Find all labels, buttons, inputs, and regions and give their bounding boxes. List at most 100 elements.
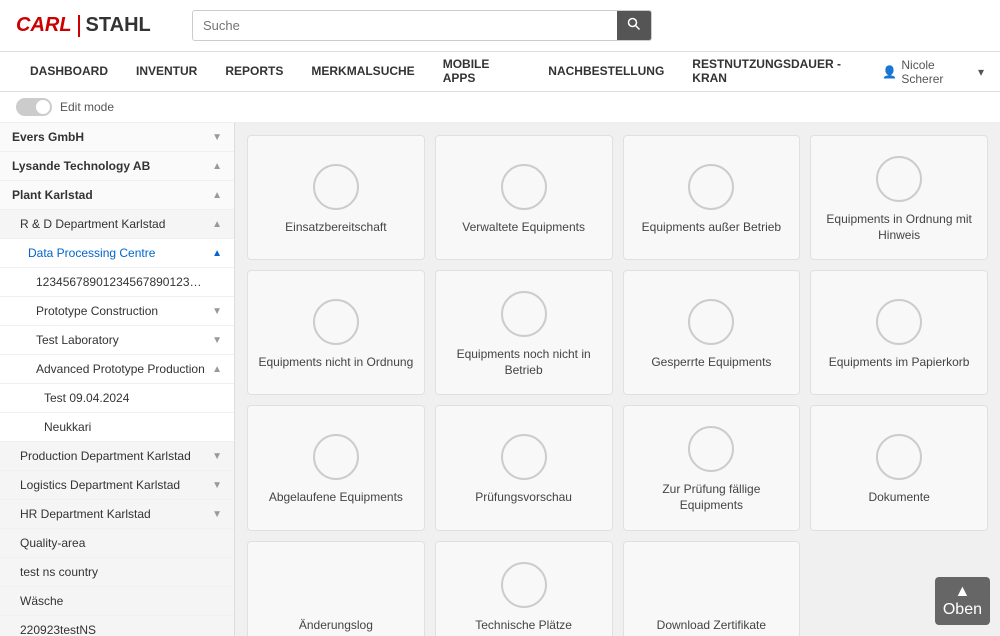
sidebar-item-test-ns-country[interactable]: test ns country [0,558,234,587]
card-aenderungslog[interactable]: Änderungslog [247,541,425,636]
card-abgelaufene-equipments[interactable]: Abgelaufene Equipments [247,405,425,530]
sidebar: Evers GmbH ▼ Lysande Technology AB ▲ Pla… [0,123,235,636]
chevron-up-icon: ▲ [212,219,222,230]
chevron-down-icon: ▼ [212,132,222,143]
card-einsatzbereitschaft[interactable]: Einsatzbereitschaft [247,135,425,260]
sidebar-label-production-dept: Production Department Karlstad [20,449,191,463]
sidebar-label-prototype-construction: Prototype Construction [36,304,158,318]
sidebar-label-advanced-prototype: Advanced Prototype Production [36,362,205,376]
nav-bar: DASHBOARD INVENTUR REPORTS MERKMALSUCHE … [0,52,1000,92]
card-technische-plaetze[interactable]: Technische Plätze [435,541,613,636]
search-icon [627,17,641,31]
chevron-up-icon: ▲ [212,364,222,375]
sidebar-item-prototype-construction[interactable]: Prototype Construction ▼ [0,297,234,326]
layout: Evers GmbH ▼ Lysande Technology AB ▲ Pla… [0,123,1000,636]
nav-user: 👤 Nicole Scherer ▾ [882,58,984,86]
card-icon-verwaltete-equipments [501,164,547,210]
card-verwaltete-equipments[interactable]: Verwaltete Equipments [435,135,613,260]
sidebar-label-evers: Evers GmbH [12,130,84,144]
sidebar-item-quality-area[interactable]: Quality-area [0,529,234,558]
card-icon-equipments-nicht-ordnung [313,299,359,345]
search-input[interactable] [193,12,617,39]
logo: CARL STAHL [16,14,176,37]
card-pruefungsvorschau[interactable]: Prüfungsvorschau [435,405,613,530]
nav-inventur[interactable]: INVENTUR [122,52,211,92]
card-equipments-noch-nicht-betrieb[interactable]: Equipments noch nicht in Betrieb [435,270,613,395]
sidebar-label-logistics-dept: Logistics Department Karlstad [20,478,180,492]
chevron-down-icon: ▼ [212,451,222,462]
sidebar-item-long-id[interactable]: 12345678901234567890123456789 [0,268,234,297]
card-label-download-zertifikate: Download Zertifikate [657,618,766,634]
card-label-aenderungslog: Änderungslog [299,618,373,634]
arrow-up-icon: ▲ [943,583,982,601]
card-equipments-papierkorb[interactable]: Equipments im Papierkorb [810,270,988,395]
sidebar-item-logistics-dept[interactable]: Logistics Department Karlstad ▼ [0,471,234,500]
sidebar-label-neukkari: Neukkari [44,420,91,434]
card-label-technische-plaetze: Technische Plätze [475,618,572,634]
card-icon-abgelaufene-equipments [313,434,359,480]
card-equipments-in-ordnung[interactable]: Equipments in Ordnung mit Hinweis [810,135,988,260]
card-icon-equipments-noch-nicht-betrieb [501,291,547,337]
cards-grid: Einsatzbereitschaft Verwaltete Equipment… [247,135,988,636]
card-icon-equipments-in-ordnung [876,156,922,202]
sidebar-item-lysande[interactable]: Lysande Technology AB ▲ [0,152,234,181]
chevron-down-icon: ▼ [212,480,222,491]
chevron-down-icon: ▼ [212,335,222,346]
card-download-zertifikate[interactable]: Download Zertifikate [623,541,801,636]
nav-nachbestellung[interactable]: NACHBESTELLUNG [534,52,678,92]
sidebar-item-evers[interactable]: Evers GmbH ▼ [0,123,234,152]
sidebar-item-220923testns[interactable]: 220923testNS [0,616,234,636]
sidebar-item-advanced-prototype[interactable]: Advanced Prototype Production ▲ [0,355,234,384]
scroll-top-label: Oben [943,601,982,619]
sidebar-item-data-processing[interactable]: Data Processing Centre ▲ [0,239,234,268]
editmode-toggle[interactable] [16,98,52,116]
search-button[interactable] [617,11,651,40]
sidebar-item-plant-karlstad[interactable]: Plant Karlstad ▲ [0,181,234,210]
card-gesperrte-equipments[interactable]: Gesperrte Equipments [623,270,801,395]
sidebar-label-test-april: Test 09.04.2024 [44,391,129,405]
sidebar-item-hr-dept[interactable]: HR Department Karlstad ▼ [0,500,234,529]
sidebar-item-wasche[interactable]: Wäsche [0,587,234,616]
card-zur-pruefung-faellige[interactable]: Zur Prüfung fällige Equipments [623,405,801,530]
chevron-up-icon: ▲ [212,248,222,259]
nav-merkmalsuche[interactable]: MERKMALSUCHE [297,52,428,92]
sidebar-label-test-laboratory: Test Laboratory [36,333,119,347]
sidebar-label-lysande: Lysande Technology AB [12,159,150,173]
sidebar-label-long-id: 12345678901234567890123456789 [36,275,206,289]
card-icon-equipments-papierkorb [876,299,922,345]
card-dokumente[interactable]: Dokumente [810,405,988,530]
sidebar-item-neukkari[interactable]: Neukkari [0,413,234,442]
logo-stahl: STAHL [86,14,151,37]
card-label-gesperrte-equipments: Gesperrte Equipments [651,355,771,371]
sidebar-item-production-dept[interactable]: Production Department Karlstad ▼ [0,442,234,471]
logo-line [78,15,80,37]
card-label-pruefungsvorschau: Prüfungsvorschau [475,490,572,506]
card-icon-gesperrte-equipments [688,299,734,345]
search-bar [192,10,652,41]
scroll-to-top-button[interactable]: ▲ Oben [935,577,990,625]
sidebar-label-rd-dept: R & D Department Karlstad [20,217,165,231]
sidebar-item-test-april[interactable]: Test 09.04.2024 [0,384,234,413]
nav-reports[interactable]: REPORTS [211,52,297,92]
card-icon-technische-plaetze [501,562,547,608]
sidebar-item-rd-dept[interactable]: R & D Department Karlstad ▲ [0,210,234,239]
editmode-bar: Edit mode [0,92,1000,123]
nav-mobile-apps[interactable]: MOBILE APPS [429,52,535,92]
header: CARL STAHL [0,0,1000,52]
card-label-equipments-noch-nicht-betrieb: Equipments noch nicht in Betrieb [446,347,602,378]
card-icon-dokumente [876,434,922,480]
chevron-down-icon: ▼ [212,306,222,317]
editmode-label: Edit mode [60,100,114,114]
card-icon-einsatzbereitschaft [313,164,359,210]
card-icon-equipments-ausser-betrieb [688,164,734,210]
sidebar-label-data-processing: Data Processing Centre [28,246,155,260]
nav-restnutzungsdauer[interactable]: RESTNUTZUNGSDAUER - KRAN [678,52,882,92]
nav-dashboard[interactable]: DASHBOARD [16,52,122,92]
card-label-verwaltete-equipments: Verwaltete Equipments [462,220,585,236]
card-equipments-nicht-ordnung[interactable]: Equipments nicht in Ordnung [247,270,425,395]
card-label-dokumente: Dokumente [868,490,929,506]
chevron-down-icon: ▼ [212,509,222,520]
card-equipments-ausser-betrieb[interactable]: Equipments außer Betrieb [623,135,801,260]
user-icon: 👤 [882,65,897,79]
sidebar-item-test-laboratory[interactable]: Test Laboratory ▼ [0,326,234,355]
